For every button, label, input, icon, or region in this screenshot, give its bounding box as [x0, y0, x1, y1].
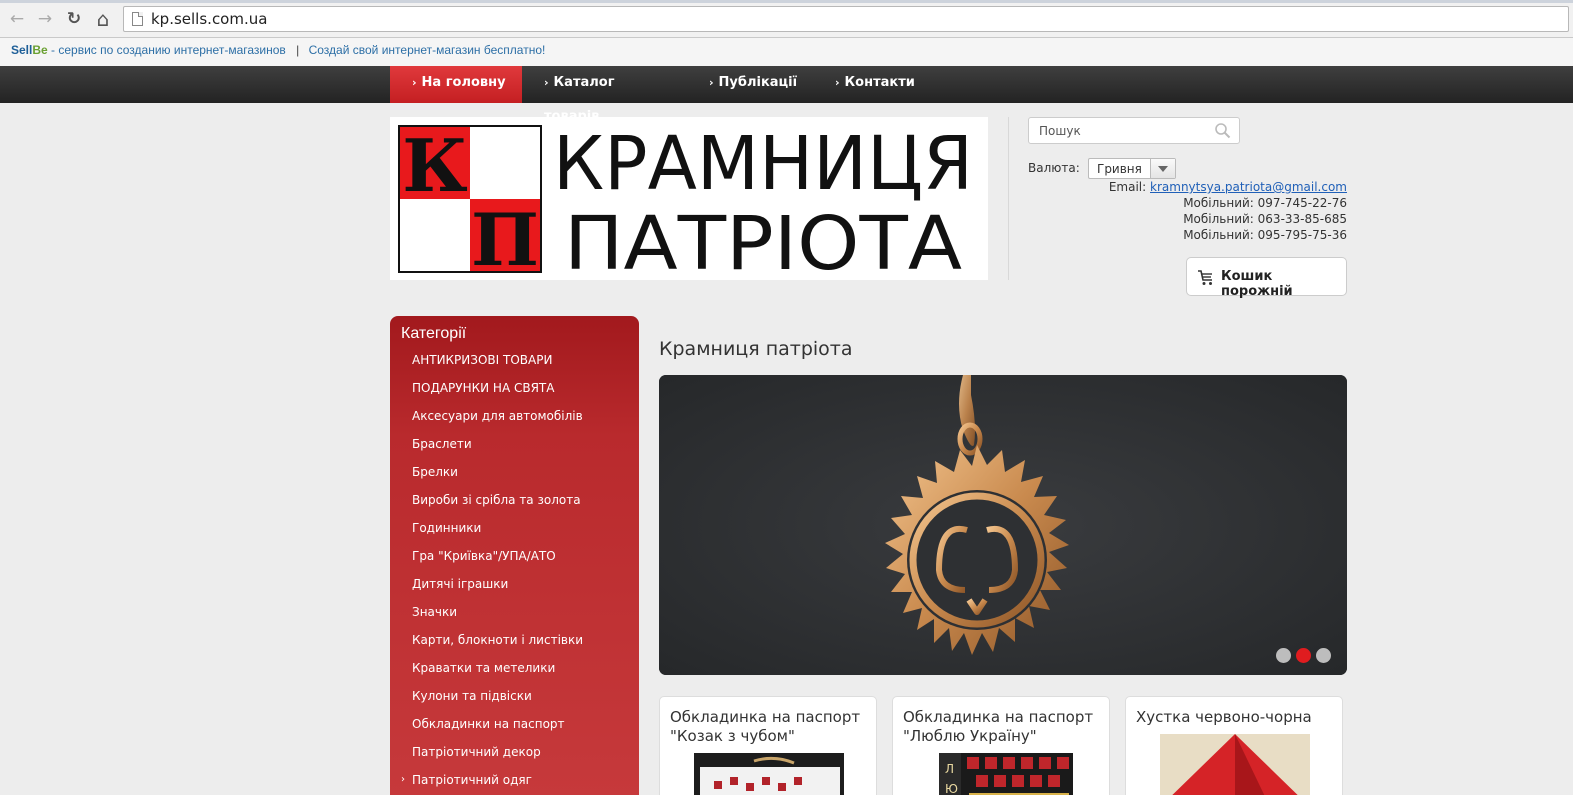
slider-dot-3[interactable] — [1316, 648, 1331, 663]
nav-item-label: На головну — [421, 75, 506, 90]
email-row: Email: kramnytsya.patriota@gmail.com — [1109, 179, 1347, 195]
product-image[interactable] — [694, 753, 844, 795]
email-label: Email: — [1108, 180, 1147, 194]
nav-item-publications[interactable]: › Публікації — [687, 66, 807, 103]
product-card[interactable]: Обкладинка на паспорт "Люблю Україну" Л … — [892, 696, 1110, 795]
product-title[interactable]: Обкладинка на паспорт "Люблю Україну" — [903, 708, 1103, 746]
categories-panel: Категорії АНТИКРИЗОВІ ТОВАРИ ПОДАРУНКИ Н… — [390, 316, 639, 795]
category-item[interactable]: Кулони та підвіски — [412, 689, 532, 703]
product-image[interactable] — [1160, 734, 1310, 795]
main-navigation: › На головну ›Каталог товарів › Публікації… — [0, 66, 1573, 124]
email-link[interactable]: kramnytsya.patriota@gmail.com — [1150, 180, 1347, 194]
address-bar[interactable]: kp.sells.com.ua — [123, 6, 1569, 32]
home-icon[interactable]: ⌂ — [93, 9, 113, 29]
chevron-right-icon: › — [412, 76, 417, 89]
logo-line1: КРАМНИЦЯ — [553, 121, 973, 207]
svg-text:Л: Л — [945, 762, 954, 776]
logo-letter-k: К — [402, 123, 468, 208]
image-slider[interactable] — [659, 375, 1347, 675]
header-divider — [1008, 117, 1009, 280]
logo-line2: ПАТРІОТА — [564, 201, 962, 280]
sellbe-bar: SellBe - сервис по созданию интернет-маг… — [0, 38, 1573, 66]
chevron-right-icon: › — [401, 774, 405, 785]
reload-icon[interactable]: ↻ — [64, 9, 84, 29]
browser-toolbar: ← → ↻ ⌂ kp.sells.com.ua — [0, 0, 1573, 38]
product-title[interactable]: Обкладинка на паспорт "Козак з чубом" — [670, 708, 870, 746]
currency-value: Гривня — [1097, 162, 1142, 176]
category-item[interactable]: Браслети — [412, 437, 472, 451]
category-item[interactable]: Вироби зі срібла та золота — [412, 493, 581, 507]
category-item[interactable]: Брелки — [412, 465, 458, 479]
chevron-right-icon: › — [835, 76, 840, 89]
chevron-right-icon: › — [709, 76, 714, 89]
cart-label: Кошик порожній — [1221, 269, 1293, 299]
currency-label: Валюта: — [1028, 161, 1080, 175]
cart-icon — [1198, 270, 1212, 285]
sellbe-brand-be[interactable]: Be — [32, 43, 47, 57]
search-box — [1028, 117, 1240, 144]
slider-dots — [1271, 648, 1331, 667]
phone-2: Мобільний: 063-33-85-685 — [1183, 212, 1347, 226]
nav-item-contacts[interactable]: › Контакти — [813, 66, 923, 103]
create-shop-link[interactable]: Создай свой интернет-магазин бесплатно! — [309, 43, 546, 57]
cart-button[interactable]: Кошик порожній — [1186, 257, 1347, 299]
category-item-expandable[interactable]: › Патріотичний одяг — [401, 773, 532, 787]
category-item[interactable]: Обкладинки на паспорт — [412, 717, 565, 731]
chevron-down-icon[interactable] — [1150, 159, 1175, 178]
tab-strip — [0, 0, 1573, 3]
category-item[interactable]: Значки — [412, 605, 457, 619]
chevron-right-icon: › — [544, 76, 549, 89]
forward-icon[interactable]: → — [35, 9, 55, 29]
sellbe-tagline-link[interactable]: - сервис по созданию интернет-магазинов — [48, 43, 286, 57]
search-input[interactable] — [1029, 118, 1209, 143]
product-title[interactable]: Хустка червоно-чорна — [1136, 708, 1336, 727]
nav-item-home[interactable]: › На головну — [390, 66, 522, 103]
category-item[interactable]: Годинники — [412, 521, 481, 535]
nav-item-label: Публікації — [718, 75, 798, 90]
category-item[interactable]: Аксесуари для автомобілів — [412, 409, 583, 423]
categories-title: Категорії — [401, 325, 467, 342]
currency-select[interactable]: Гривня — [1088, 158, 1176, 179]
page-icon — [132, 12, 143, 26]
slider-dot-1[interactable] — [1276, 648, 1291, 663]
svg-text:Ю: Ю — [945, 782, 958, 795]
category-label: Патріотичний одяг — [412, 773, 532, 787]
product-image[interactable]: Л Ю — [939, 753, 1073, 795]
phone-3: Мобільний: 095-795-75-36 — [1183, 228, 1347, 242]
category-item[interactable]: Гра "Криївка"/УПА/АТО — [412, 549, 556, 563]
product-card[interactable]: Хустка червоно-чорна — [1125, 696, 1343, 795]
category-item[interactable]: Дитячі іграшки — [412, 577, 508, 591]
url-text: kp.sells.com.ua — [151, 10, 268, 28]
product-card[interactable]: Обкладинка на паспорт "Козак з чубом" — [659, 696, 877, 795]
nav-item-catalog[interactable]: ›Каталог товарів — [522, 66, 670, 124]
slider-dot-2[interactable] — [1296, 648, 1311, 663]
nav-item-label: Контакти — [844, 75, 915, 90]
contact-info: Email: kramnytsya.patriota@gmail.com Моб… — [1109, 179, 1347, 243]
back-icon[interactable]: ← — [7, 9, 27, 29]
search-icon[interactable] — [1214, 122, 1231, 139]
category-item[interactable]: Краватки та метелики — [412, 661, 555, 675]
sellbe-brand-sell[interactable]: Sell — [11, 43, 32, 57]
phone-1: Мобільний: 097-745-22-76 — [1183, 196, 1347, 210]
page-title: Крамниця патріота — [659, 338, 853, 360]
site-logo[interactable]: К П КРАМНИЦЯ ПАТРІОТА — [390, 117, 988, 280]
category-item[interactable]: АНТИКРИЗОВІ ТОВАРИ — [412, 353, 552, 367]
category-item[interactable]: Патріотичний декор — [412, 745, 541, 759]
pendant-image — [659, 375, 1347, 675]
category-item[interactable]: ПОДАРУНКИ НА СВЯТА — [412, 381, 554, 395]
sellbe-separator: | — [296, 43, 300, 57]
logo-letter-p: П — [471, 197, 539, 280]
category-item[interactable]: Карти, блокноти і листівки — [412, 633, 583, 647]
